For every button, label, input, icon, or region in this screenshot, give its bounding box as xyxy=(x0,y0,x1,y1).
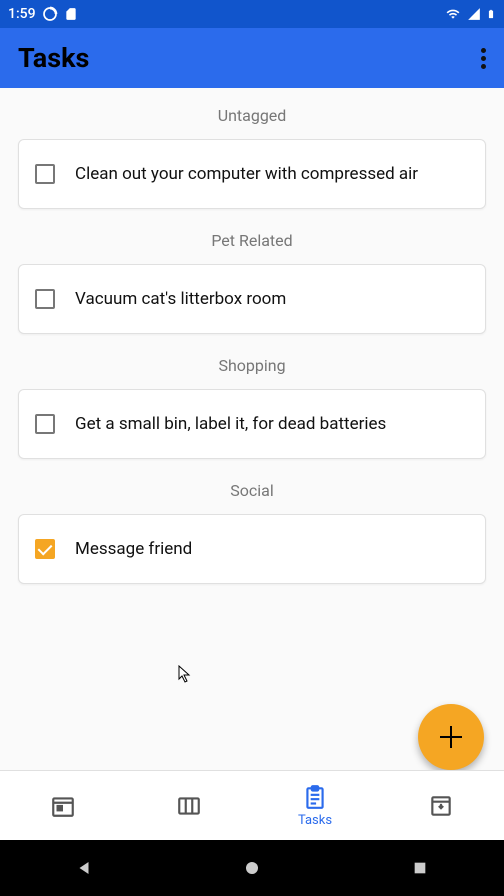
task-card[interactable]: Clean out your computer with compressed … xyxy=(18,139,486,209)
task-card[interactable]: Message friend xyxy=(18,514,486,584)
home-button[interactable] xyxy=(242,858,262,878)
nav-tab-columns[interactable] xyxy=(126,771,252,840)
section-header: Social xyxy=(0,471,504,510)
back-button[interactable] xyxy=(74,858,94,878)
section-header: Untagged xyxy=(0,96,504,135)
task-checkbox[interactable] xyxy=(35,289,55,309)
task-card[interactable]: Vacuum cat's litterbox room xyxy=(18,264,486,334)
nav-tab-calendar[interactable] xyxy=(0,771,126,840)
task-checkbox[interactable] xyxy=(35,414,55,434)
section-header: Pet Related xyxy=(0,221,504,260)
archive-icon xyxy=(428,793,454,819)
page-title: Tasks xyxy=(18,42,89,74)
task-checkbox[interactable] xyxy=(35,164,55,184)
battery-icon xyxy=(486,6,496,22)
app-bar: Tasks xyxy=(0,28,504,88)
task-card[interactable]: Get a small bin, label it, for dead batt… xyxy=(18,389,486,459)
mouse-cursor xyxy=(178,665,192,683)
task-checkbox[interactable] xyxy=(35,539,55,559)
columns-icon xyxy=(176,793,202,819)
task-label: Get a small bin, label it, for dead batt… xyxy=(75,414,386,434)
task-label: Clean out your computer with compressed … xyxy=(75,164,418,184)
status-time: 1:59 xyxy=(8,6,36,22)
add-task-fab[interactable] xyxy=(418,704,484,770)
system-nav-bar xyxy=(0,840,504,896)
status-bar: 1:59 xyxy=(0,0,504,28)
signal-icon xyxy=(466,7,482,21)
nav-tab-tasks[interactable]: Tasks xyxy=(252,771,378,840)
bottom-nav: Tasks xyxy=(0,770,504,840)
data-saver-icon xyxy=(42,6,58,22)
recents-button[interactable] xyxy=(410,858,430,878)
task-list: Untagged Clean out your computer with co… xyxy=(0,88,504,584)
nav-tab-label: Tasks xyxy=(298,813,332,828)
calendar-icon xyxy=(50,793,76,819)
sd-card-icon xyxy=(64,6,78,22)
wifi-icon xyxy=(444,7,462,21)
overflow-menu-button[interactable] xyxy=(481,48,486,69)
task-label: Message friend xyxy=(75,539,192,559)
section-header: Shopping xyxy=(0,346,504,385)
nav-tab-archive[interactable] xyxy=(378,771,504,840)
clipboard-icon xyxy=(302,784,328,810)
task-label: Vacuum cat's litterbox room xyxy=(75,289,286,309)
